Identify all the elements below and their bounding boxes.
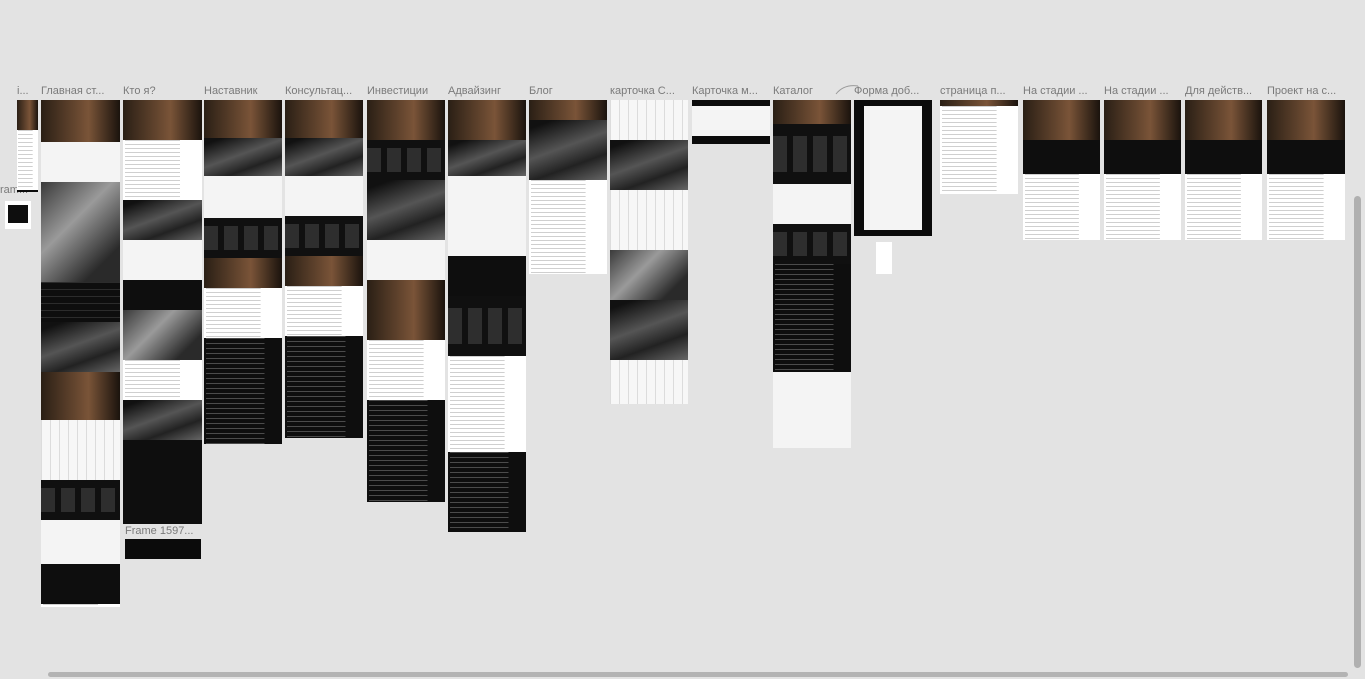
frame-thumbnail-advaizing[interactable] — [448, 100, 526, 532]
frame-thumbnail-kto-ya[interactable] — [123, 100, 202, 524]
design-canvas[interactable]: i... Главная ст... Кто я? Наставник Конс… — [0, 0, 1365, 679]
frame-label-na-stadii-2[interactable]: На стадии ... — [1104, 85, 1180, 97]
frame-thumbnail-proekt-na-s[interactable] — [1267, 100, 1345, 240]
frame-thumbnail-forma-dob[interactable] — [854, 100, 932, 236]
annotation-stroke — [835, 85, 859, 95]
frame-label-frame-1597[interactable]: Frame 1597... — [125, 525, 199, 537]
frame-thumbnail-1597[interactable] — [125, 539, 201, 559]
frame-label-glavnaya[interactable]: Главная ст... — [41, 85, 113, 97]
frame-label-konsultacii[interactable]: Консультац... — [285, 85, 359, 97]
frame-thumbnail-na-stadii-1[interactable] — [1023, 100, 1100, 240]
frame-label-kartochka-s[interactable]: карточка С... — [610, 85, 686, 97]
frame-thumbnail-kartochka-m[interactable] — [692, 100, 770, 144]
frame-label-kartochka-m[interactable]: Карточка м... — [692, 85, 768, 97]
frame-thumbnail-konsultacii[interactable] — [285, 100, 363, 438]
frame-thumbnail-glavnaya[interactable] — [41, 100, 120, 607]
frame-thumbnail-dlya-deistv[interactable] — [1185, 100, 1262, 240]
frame-label-nastavnik[interactable]: Наставник — [204, 85, 276, 97]
frame-label-na-stadii-1[interactable]: На стадии ... — [1023, 85, 1099, 97]
frame-thumbnail-nastavnik[interactable] — [204, 100, 282, 444]
frame-label-stranica-p[interactable]: страница п... — [940, 85, 1016, 97]
frame-label-kto-ya[interactable]: Кто я? — [123, 85, 195, 97]
frame-label-forma-dob[interactable]: Форма доб... — [854, 85, 928, 97]
frame-thumbnail-stranica-p[interactable] — [940, 100, 1018, 194]
frame-thumbnail-na-stadii-2[interactable] — [1104, 100, 1181, 240]
frame-label-0[interactable]: i... — [17, 85, 37, 97]
frame-thumbnail-blog[interactable] — [529, 100, 607, 274]
frame-thumbnail-ram[interactable] — [5, 201, 31, 229]
frame-thumbnail-0[interactable] — [17, 100, 38, 192]
frame-thumbnail-investicii[interactable] — [367, 100, 445, 502]
vertical-scrollbar[interactable] — [1354, 196, 1361, 668]
frame-thumbnail-forma-mini[interactable] — [876, 242, 892, 274]
frame-label-advaizing[interactable]: Адвайзинг — [448, 85, 520, 97]
horizontal-scrollbar[interactable] — [48, 672, 1348, 677]
frame-thumbnail-kartochka-s[interactable] — [610, 100, 688, 404]
frame-label-investicii[interactable]: Инвестиции — [367, 85, 439, 97]
frame-label-blog[interactable]: Блог — [529, 85, 601, 97]
frame-label-dlya-deistv[interactable]: Для действ... — [1185, 85, 1261, 97]
frame-thumbnail-katalog[interactable] — [773, 100, 851, 448]
frame-label-proekt-na-s[interactable]: Проект на с... — [1267, 85, 1345, 97]
